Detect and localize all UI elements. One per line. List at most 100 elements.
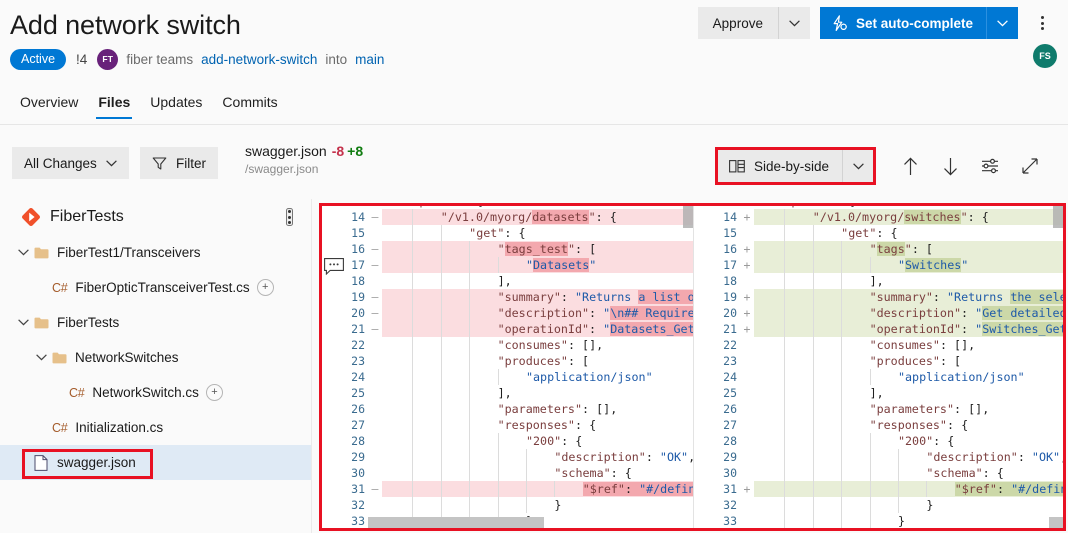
diff-row[interactable]: 21+"operationId": "Switches_GetSw [694, 321, 1063, 337]
chevron-down-icon[interactable] [30, 354, 52, 361]
diff-pane-original[interactable]: 13"paths": {14—"/v1.0/myorg/datasets": {… [322, 206, 694, 528]
code-line: "description": "Get detailed s [754, 305, 1063, 321]
autocomplete-dropdown-button[interactable] [986, 7, 1018, 39]
diff-row[interactable]: 31—"$ref": "#/definit [322, 481, 693, 497]
tab-commits[interactable]: Commits [212, 88, 287, 119]
diff-row[interactable]: 24 "application/json" [322, 369, 693, 385]
diff-row[interactable]: 27 "responses": { [694, 417, 1063, 433]
code-line: "operationId": "Datasets_GetDa [382, 321, 693, 337]
diff-row[interactable]: 17— "Datasets" [322, 257, 693, 273]
tab-overview[interactable]: Overview [10, 88, 88, 119]
diff-row[interactable]: 17 + "Switches" [694, 257, 1063, 273]
diff-row[interactable]: 26 "parameters": [], [694, 401, 1063, 417]
diff-row[interactable]: 18], [322, 273, 693, 289]
json-file-icon [34, 454, 48, 471]
code-line: "summary": "Returns a list of [382, 289, 693, 305]
diff-row[interactable]: 14 + "/v1.0/myorg/switches": { [694, 209, 1063, 225]
line-number: 25 [694, 385, 740, 401]
diff-row[interactable]: 26 "parameters": [], [322, 401, 693, 417]
author-avatar[interactable]: FT [97, 48, 119, 70]
diff-row[interactable]: 22 "consumes": [], [322, 337, 693, 353]
diff-row[interactable]: 20+"description": "Get detailed s [694, 305, 1063, 321]
diff-row[interactable]: 15 "get": { [694, 225, 1063, 241]
view-mode-button[interactable]: Side-by-side [717, 150, 842, 182]
diff-row[interactable]: 25], [322, 385, 693, 401]
diff-sign [740, 337, 754, 353]
next-difference-button[interactable] [930, 150, 970, 182]
diff-row[interactable]: 23 "produces": [ [322, 353, 693, 369]
diff-row[interactable]: 19—"summary": "Returns a list of [322, 289, 693, 305]
approve-dropdown-button[interactable] [777, 7, 810, 39]
diff-row[interactable]: 32} [322, 497, 693, 513]
current-file-info: swagger.json -8 +8 /swagger.json [245, 143, 363, 176]
scrollbar-thumb-vertical[interactable] [1053, 206, 1063, 228]
target-branch-link[interactable]: main [355, 52, 384, 67]
diff-row[interactable]: 28 "200": { [694, 433, 1063, 449]
diff-row[interactable]: 14— "/v1.0/myorg/datasets": { [322, 209, 693, 225]
diff-row[interactable]: 33} [694, 513, 1063, 528]
approve-button[interactable]: Approve [697, 7, 778, 39]
diff-row[interactable]: 21—"operationId": "Datasets_GetDa [322, 321, 693, 337]
diff-row[interactable]: 19+"summary": "Returns the select [694, 289, 1063, 305]
diff-row[interactable]: 20— "description": "\n## Required [322, 305, 693, 321]
source-branch-link[interactable]: add-network-switch [201, 52, 317, 67]
previous-difference-button[interactable] [890, 150, 930, 182]
tree-folder-networkswitches[interactable]: NetworkSwitches [0, 340, 311, 375]
pr-id: !4 [76, 51, 88, 67]
more-actions-button[interactable] [1028, 7, 1056, 39]
code-line: "$ref": "#/definit [754, 481, 1063, 497]
tree-file-fiberoptictransceivertest-cs[interactable]: C# FiberOpticTransceiverTest.cs + [0, 270, 311, 305]
folder-icon [52, 352, 67, 363]
tree-file-initialization-cs[interactable]: C# Initialization.cs [0, 410, 311, 445]
reviewer-avatar[interactable]: FS [1033, 44, 1057, 68]
tree-item-label: NetworkSwitches [75, 350, 179, 365]
chevron-down-icon[interactable] [12, 249, 34, 256]
diff-row[interactable]: 16 + "tags": [ [694, 241, 1063, 257]
diff-row[interactable]: 22 "consumes": [], [694, 337, 1063, 353]
filter-button[interactable]: Filter [140, 147, 218, 179]
diff-row[interactable]: 15 "get": { [322, 225, 693, 241]
tree-folder-fibertest1-transceivers[interactable]: FiberTest1/Transceivers [0, 235, 311, 270]
code-line: "produces": [ [382, 353, 693, 369]
tree-item-label: NetworkSwitch.cs [92, 385, 199, 400]
diff-row[interactable]: 23 "produces": [ [694, 353, 1063, 369]
diff-sign [368, 401, 382, 417]
diff-row[interactable]: 25], [694, 385, 1063, 401]
diff-row[interactable]: 29 "description": "OK", [694, 449, 1063, 465]
tab-files[interactable]: Files [88, 88, 140, 119]
full-screen-button[interactable] [1010, 150, 1050, 182]
diff-row[interactable]: 27 "responses": { [322, 417, 693, 433]
diff-row[interactable]: 18], [694, 273, 1063, 289]
diff-sign [368, 369, 382, 385]
diff-row[interactable]: 30 "schema": { [694, 465, 1063, 481]
tree-folder-fibertests[interactable]: FiberTests [0, 305, 311, 340]
expand-diagonal-icon [1022, 158, 1038, 174]
scrollbar-thumb-horizontal[interactable] [1049, 517, 1063, 528]
diff-sign [368, 449, 382, 465]
set-auto-complete-button[interactable]: Set auto-complete [819, 7, 986, 39]
diff-row[interactable]: 24 "application/json" [694, 369, 1063, 385]
scrollbar-thumb-vertical[interactable] [683, 206, 693, 228]
scrollbar-thumb-horizontal[interactable] [368, 517, 544, 528]
diff-sign: + [740, 241, 754, 257]
comment-thread-icon[interactable] [324, 258, 344, 276]
tab-updates[interactable]: Updates [140, 88, 212, 119]
view-mode-dropdown-button[interactable] [842, 150, 873, 182]
diff-row[interactable]: 28 "200": { [322, 433, 693, 449]
diff-pane-modified[interactable]: 13"paths": {14+"/v1.0/myorg/switches": {… [694, 206, 1063, 528]
all-changes-dropdown[interactable]: All Changes [12, 147, 129, 179]
diff-settings-button[interactable] [970, 150, 1010, 182]
chevron-down-icon[interactable] [12, 319, 34, 326]
line-number: 32 [322, 497, 368, 513]
diff-row[interactable]: 30 "schema": { [322, 465, 693, 481]
diff-row[interactable]: 16— "tags_test": [ [322, 241, 693, 257]
diff-row[interactable]: 31+"$ref": "#/definit [694, 481, 1063, 497]
tree-file-swagger-json[interactable]: swagger.json [0, 445, 311, 480]
repo-more-actions-button[interactable] [286, 208, 293, 226]
autocomplete-split-button: Set auto-complete [819, 7, 1018, 39]
code-line: ], [754, 385, 1063, 401]
tree-file-networkswitch-cs[interactable]: C# NetworkSwitch.cs + [0, 375, 311, 410]
diff-row[interactable]: 29 "description": "OK", [322, 449, 693, 465]
diff-row[interactable]: 32} [694, 497, 1063, 513]
diff-sign: — [368, 305, 382, 321]
